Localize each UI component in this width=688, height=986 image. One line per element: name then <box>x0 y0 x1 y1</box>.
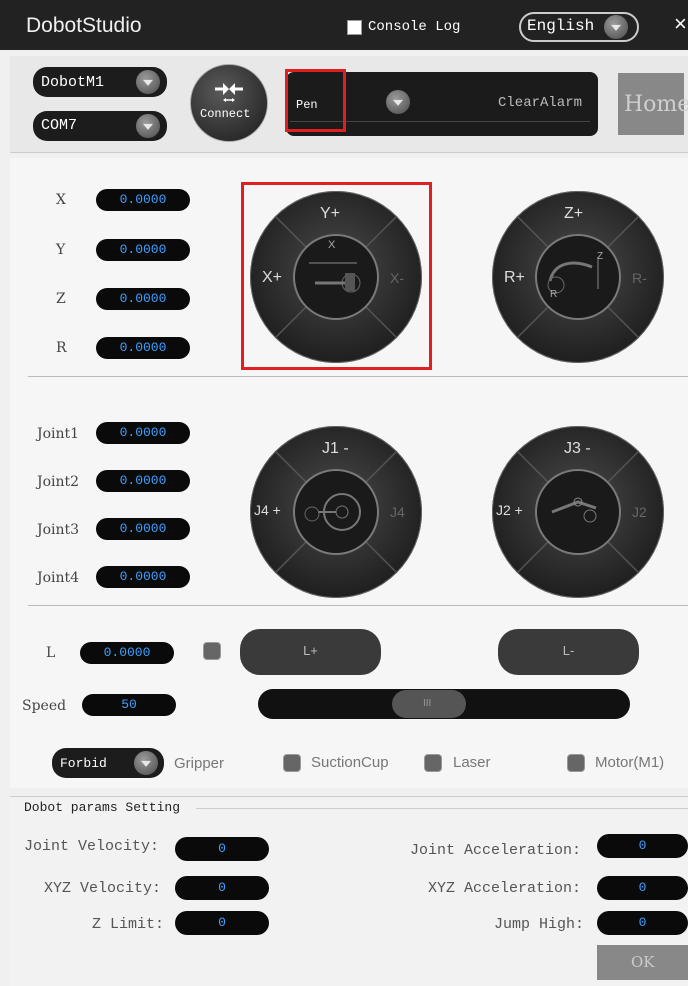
home-label: Home <box>624 92 688 117</box>
section-divider <box>28 605 688 606</box>
joint1-label: Joint1 <box>37 426 80 442</box>
r-value: 0.0000 <box>96 337 190 359</box>
device-value: DobotM1 <box>41 74 105 91</box>
xyz-acceleration-field[interactable]: 0 <box>597 876 688 900</box>
joint-acceleration-field[interactable]: 0 <box>597 834 688 858</box>
z-limit-label: Z Limit: <box>92 916 165 933</box>
params-title-rule <box>196 808 688 809</box>
x-value: 0.0000 <box>96 189 190 211</box>
z-plus-button[interactable]: Z+ <box>564 205 583 223</box>
joint3-value: 0.0000 <box>96 518 190 540</box>
chevron-down-icon[interactable] <box>134 751 158 775</box>
language-value: English <box>527 17 595 35</box>
suction-cup-label: SuctionCup <box>311 754 389 771</box>
ok-label: OK <box>631 953 655 971</box>
r-minus-button[interactable]: R- <box>632 270 647 286</box>
hub-axis-sublabel: R <box>550 289 558 300</box>
joint4-value: 0.0000 <box>96 566 190 588</box>
j4-minus-button[interactable]: J4 <box>390 504 405 520</box>
jump-high-label: Jump High: <box>494 916 585 933</box>
j3-minus-button[interactable]: J3 - <box>564 440 591 458</box>
l-enable-checkbox[interactable] <box>203 642 221 660</box>
connect-label: Connect <box>200 107 251 121</box>
y-label: Y <box>56 242 66 258</box>
arm-joint-icon <box>551 497 597 523</box>
j1-j4-jog-dial[interactable]: J1 - J4 + J4 <box>250 426 422 598</box>
l-plus-button[interactable]: L+ <box>240 629 381 675</box>
clear-alarm-button[interactable]: ClearAlarm <box>498 95 582 111</box>
y-value: 0.0000 <box>96 239 190 261</box>
j2-minus-button[interactable]: J2 <box>632 504 647 520</box>
app-title: DobotStudio <box>26 14 142 37</box>
params-title: Dobot params Setting <box>24 800 181 815</box>
joint1-value: 0.0000 <box>96 422 190 444</box>
z-value: 0.0000 <box>96 288 190 310</box>
laser-label: Laser <box>453 754 491 771</box>
joint2-value: 0.0000 <box>96 470 190 492</box>
j2-plus-button[interactable]: J2 + <box>496 502 523 518</box>
z-label: Z <box>56 291 66 307</box>
l-value: 0.0000 <box>80 642 174 664</box>
j2-j3-jog-dial[interactable]: J3 - J2 + J2 <box>492 426 664 598</box>
motor-label: Motor(M1) <box>595 754 665 771</box>
speed-label: Speed <box>22 698 67 714</box>
j4-plus-button[interactable]: J4 + <box>254 502 281 518</box>
chevron-down-icon[interactable] <box>136 70 160 94</box>
gripper-label: Gripper <box>174 755 225 772</box>
console-log-label: Console Log <box>368 19 461 35</box>
r-label: R <box>56 340 67 356</box>
highlight-box <box>241 182 432 370</box>
joint3-label: Joint3 <box>37 522 80 538</box>
joint-rotation-icon <box>304 493 361 531</box>
section-divider <box>28 376 688 377</box>
slider-grip-icon: III <box>423 698 432 709</box>
highlight-box <box>285 69 346 132</box>
close-icon[interactable]: × <box>674 11 687 37</box>
xyz-velocity-field[interactable]: 0 <box>175 876 269 900</box>
xyz-velocity-label: XYZ Velocity: <box>44 880 162 897</box>
port-value: COM7 <box>41 117 78 134</box>
r-plus-button[interactable]: R+ <box>504 269 525 287</box>
j1-minus-button[interactable]: J1 - <box>322 440 349 458</box>
end-effector-mode-value: Forbid <box>60 756 107 771</box>
hub-axis-label: Z <box>597 251 604 262</box>
connect-button[interactable] <box>190 64 268 142</box>
plug-icon <box>215 83 243 102</box>
chevron-down-icon[interactable] <box>386 90 410 114</box>
laser-checkbox[interactable] <box>424 754 442 772</box>
console-log-checkbox[interactable] <box>347 20 362 35</box>
joint-acceleration-label: Joint Acceleration: <box>410 842 582 859</box>
xyz-acceleration-label: XYZ Acceleration: <box>428 880 582 897</box>
x-label: X <box>56 192 66 208</box>
joint-velocity-label: Joint Velocity: <box>24 838 160 855</box>
suction-cup-checkbox[interactable] <box>283 754 301 772</box>
joint-velocity-field[interactable]: 0 <box>175 837 269 861</box>
zr-jog-dial[interactable]: Z+ R+ R- Z R <box>492 191 664 363</box>
speed-value: 50 <box>82 694 176 716</box>
joint2-label: Joint2 <box>37 474 80 490</box>
l-label: L <box>46 645 56 661</box>
chevron-down-icon[interactable] <box>604 15 628 39</box>
l-minus-button[interactable]: L- <box>498 629 639 675</box>
motor-checkbox[interactable] <box>567 754 585 772</box>
z-limit-field[interactable]: 0 <box>175 911 269 935</box>
joint4-label: Joint4 <box>37 570 80 586</box>
jump-high-field[interactable]: 0 <box>597 911 688 935</box>
chevron-down-icon[interactable] <box>136 114 160 138</box>
